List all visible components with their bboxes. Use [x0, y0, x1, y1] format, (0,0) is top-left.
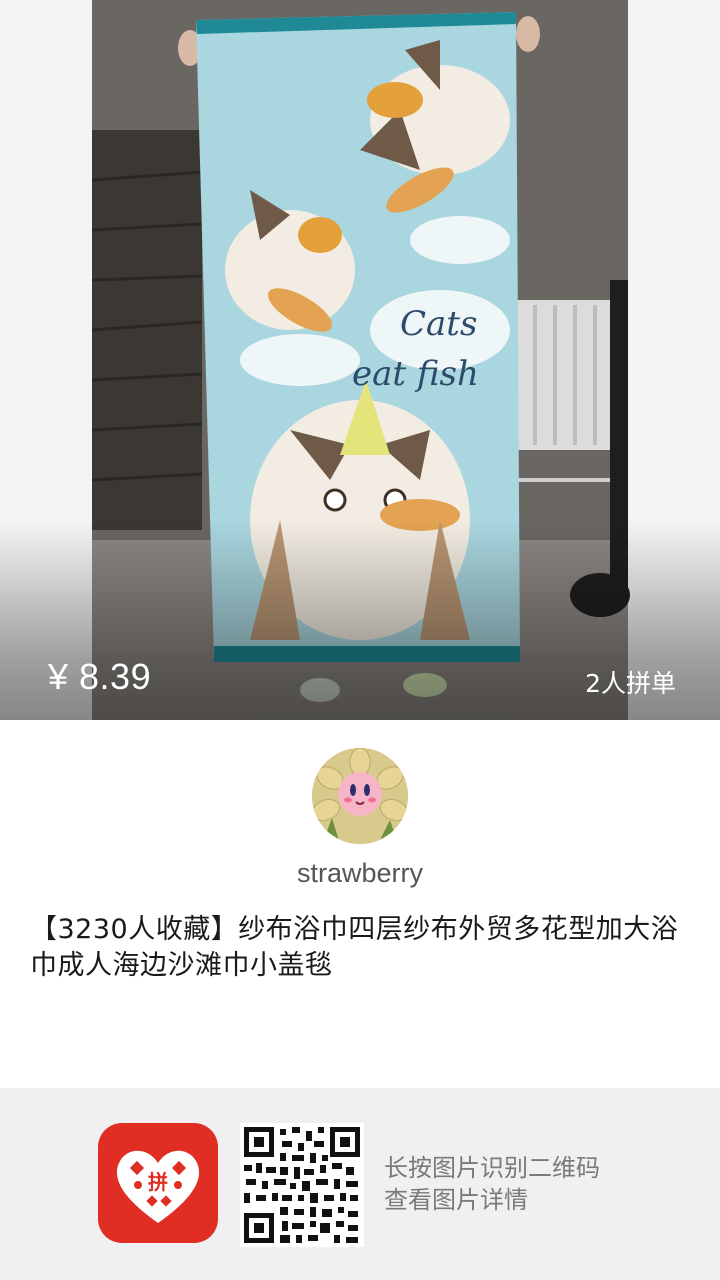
qr-hint-line2: 查看图片详情	[384, 1186, 528, 1214]
group-buy-count: 2人拼单	[585, 669, 676, 698]
sharer-username: strawberry	[296, 858, 424, 888]
qr-hint-line1: 长按图片识别二维码	[384, 1154, 600, 1182]
logo-glyph: 拼	[148, 1170, 168, 1194]
product-price: ¥ 8.39	[48, 656, 152, 697]
avatar-image	[312, 748, 408, 844]
share-footer: 拼 长按图片识别二维码 查看图片详情	[0, 1088, 720, 1280]
towel-text-cats: Cats	[400, 304, 477, 344]
towel-text-eat-fish: eat fish	[352, 354, 479, 394]
qr-scan-hint: 长按图片识别二维码 查看图片详情	[384, 1152, 600, 1216]
product-title: 【3230人收藏】纱布浴巾四层纱布外贸多花型加大浴巾成人海边沙滩巾小盖毯	[30, 914, 679, 981]
product-image[interactable]: Cats eat fish ¥ 8.39 2人拼单	[0, 0, 720, 720]
avatar[interactable]	[312, 748, 408, 844]
pinduoduo-logo-icon: 拼	[98, 1123, 218, 1243]
qr-code-icon[interactable]	[240, 1123, 364, 1247]
